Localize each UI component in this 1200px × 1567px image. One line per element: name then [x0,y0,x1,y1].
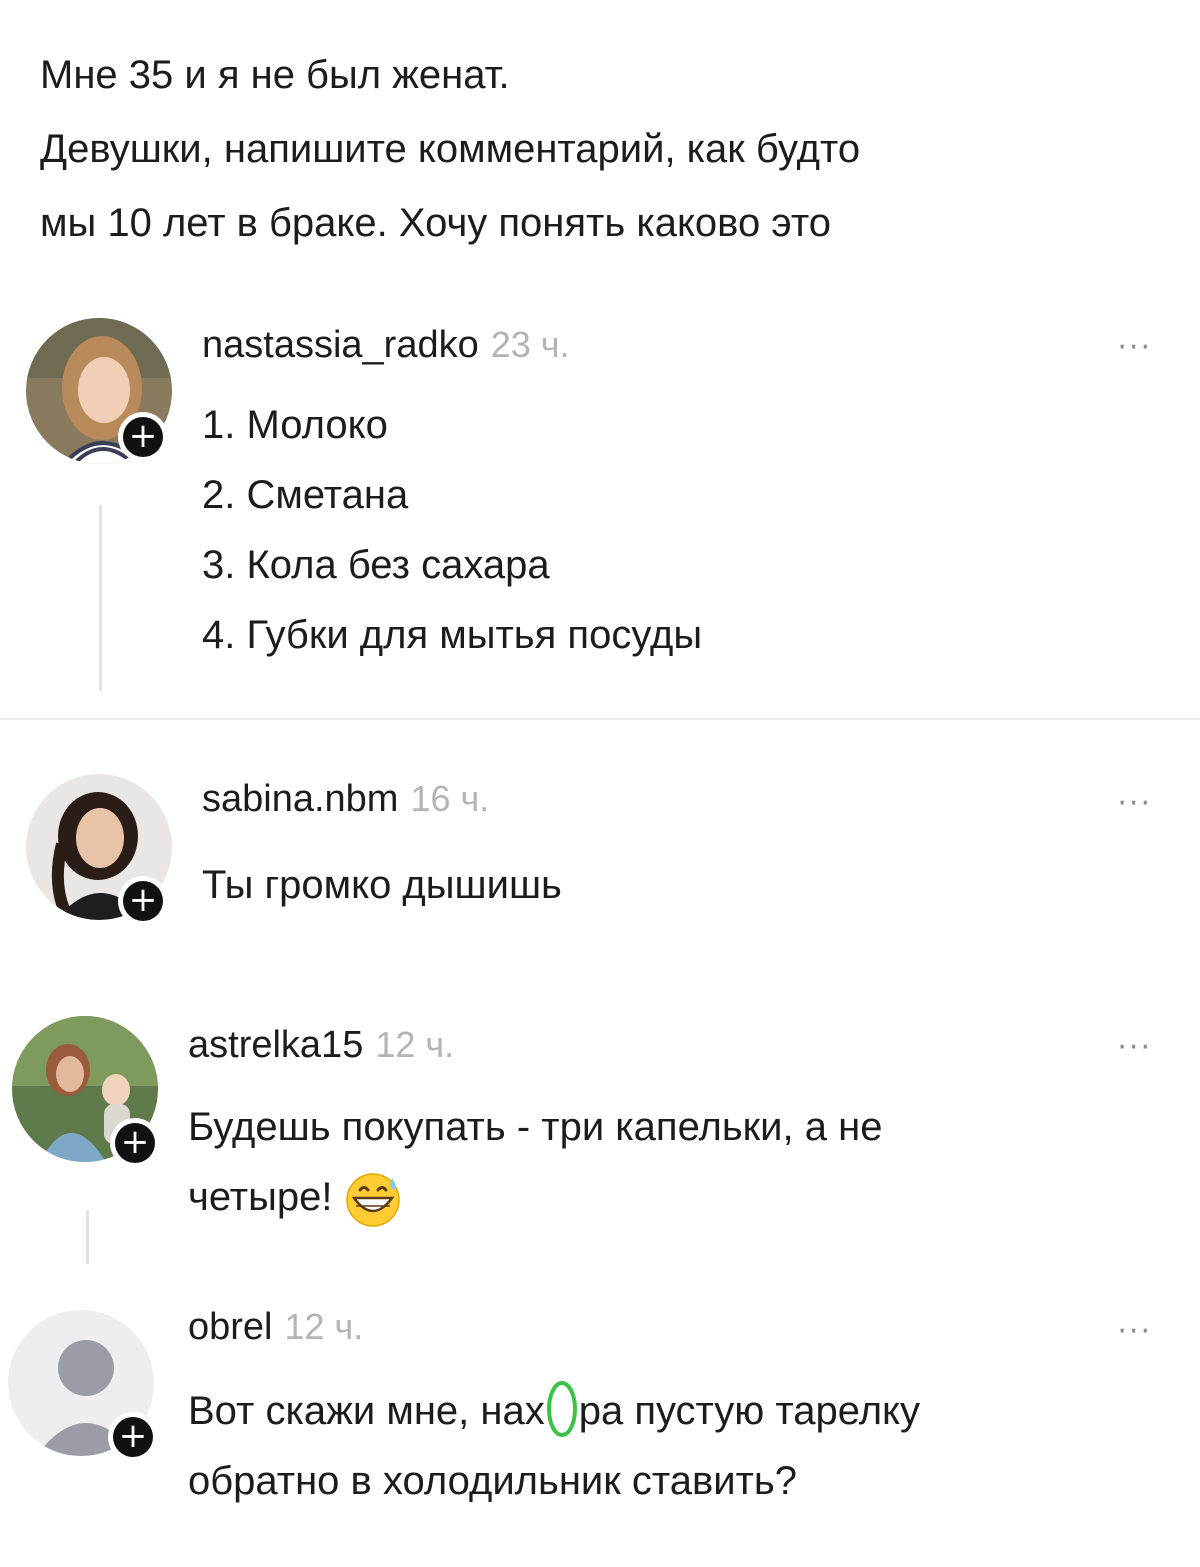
comment-line: 4. Губки для мытья посуды [202,613,703,657]
plus-icon: + [113,1417,153,1457]
plus-icon: + [123,881,163,921]
comment-text: Ты громко дышишь [202,850,562,920]
username-text[interactable]: obrel [188,1306,273,1348]
divider [0,718,1200,720]
post-line: мы 10 лет в браке. Хочу понять каково эт… [40,201,831,245]
comment-line: 3. Кола без сахара [202,543,550,587]
comment-text: Будешь покупать - три капельки, а не чет… [188,1092,882,1232]
more-options-icon[interactable]: ··· [1117,786,1152,821]
green-circle-censor-mark [546,1381,577,1438]
comment-username[interactable]: obrel 12 ч. [188,1306,363,1349]
comment-username[interactable]: astrelka15 12 ч. [188,1024,454,1067]
username-text[interactable]: sabina.nbm [202,778,398,820]
follow-plus-icon[interactable]: + [110,1118,160,1168]
grinning-sweat-emoji-icon [346,1173,401,1228]
comment-line-part: ра пустую тарелку [578,1389,920,1433]
comment-text: 1. Молоко 2. Сметана 3. Кола без сахара … [202,390,702,670]
comment-line-1: Вот скажи мне, нах ра пустую тарелку [188,1376,920,1446]
comment-line: Ты громко дышишь [202,863,562,907]
comment-line-with-emoji: четыре! [188,1162,882,1232]
plus-icon: + [115,1123,155,1163]
more-options-icon[interactable]: ··· [1117,330,1152,365]
comment-line: обратно в холодильник ставить? [188,1459,798,1503]
post-line: Девушки, напишите комментарий, как будто [40,127,861,171]
follow-plus-icon[interactable]: + [118,412,168,462]
plus-icon: + [123,417,163,457]
comment-line: 2. Сметана [202,473,409,517]
follow-plus-icon[interactable]: + [108,1412,158,1462]
more-options-icon[interactable]: ··· [1117,1030,1152,1065]
comment-text: Вот скажи мне, нах ра пустую тарелку обра… [188,1376,920,1516]
comment-line: Будешь покупать - три капельки, а не [188,1105,883,1149]
comment-username[interactable]: nastassia_radko 23 ч. [202,324,570,367]
thread-line [99,505,102,691]
thread-line [86,1210,89,1264]
comment-line: четыре! [188,1175,333,1219]
comment-time: 12 ч. [284,1306,364,1347]
username-text[interactable]: astrelka15 [188,1024,363,1066]
username-text[interactable]: nastassia_radko [202,324,479,366]
comment-username[interactable]: sabina.nbm 16 ч. [202,778,489,821]
comment-line: 1. Молоко [202,403,388,447]
more-options-icon[interactable]: ··· [1117,1314,1152,1349]
follow-plus-icon[interactable]: + [118,876,168,926]
censored-letter: х [524,1389,545,1433]
post-line: Мне 35 и я не был женат. [40,53,510,97]
comment-line-part: Вот скажи мне, на [188,1389,525,1433]
comment-time: 12 ч. [375,1024,455,1065]
comment-time: 23 ч. [490,324,570,365]
comment-time: 16 ч. [410,778,490,819]
post-text: Мне 35 и я не был женат. Девушки, напиши… [40,38,1160,260]
